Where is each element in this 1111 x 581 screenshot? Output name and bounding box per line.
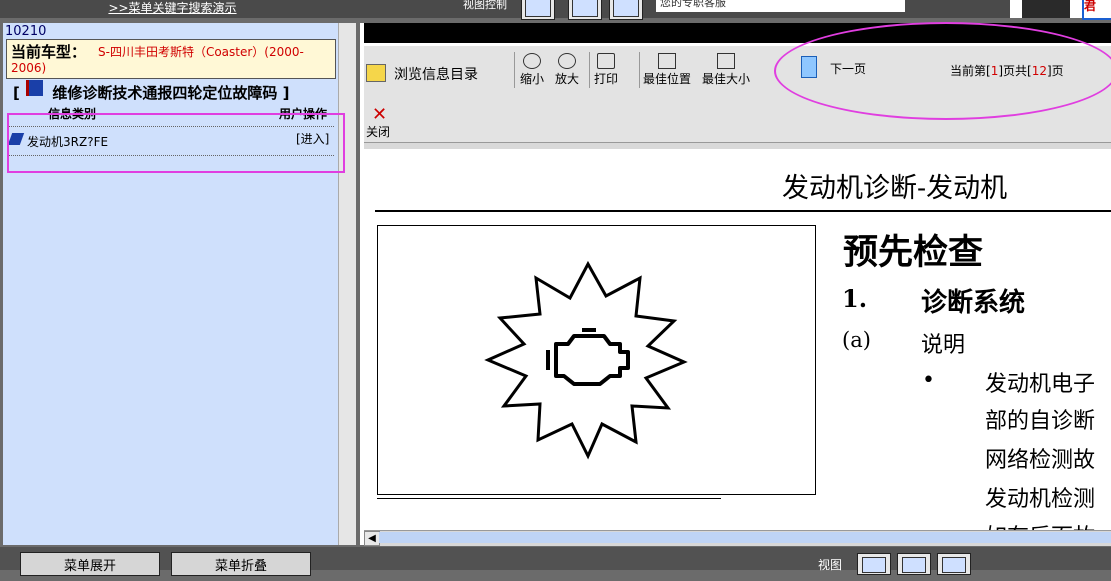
highlight-oval-annotation — [774, 22, 1111, 120]
best-size-button[interactable]: 最佳大小 — [702, 53, 750, 87]
engine-figure — [377, 225, 816, 495]
best-size-icon — [717, 53, 735, 69]
figure-rule — [377, 498, 721, 499]
separator — [514, 52, 515, 88]
subsection-text: 说明 — [921, 333, 966, 358]
zoom-out-icon — [523, 53, 541, 69]
highlight-annotation — [7, 113, 345, 173]
footer-view-right-button[interactable] — [937, 553, 971, 575]
zoom-in-icon — [558, 53, 576, 69]
best-position-icon — [658, 53, 676, 69]
heading-rule — [375, 210, 1111, 212]
model-label: 当前车型： — [11, 43, 87, 61]
document-heading: 发动机诊断-发动机 — [782, 173, 1008, 204]
best-position-button[interactable]: 最佳位置 — [643, 53, 691, 87]
print-button[interactable]: 打印 — [594, 53, 618, 87]
close-button[interactable]: 关闭 — [366, 123, 390, 140]
body-line: 部的自诊断 — [985, 409, 1096, 434]
doc-title-row: [ 维修诊断技术通报四轮定位故障码 ] — [13, 82, 289, 103]
section-title: 预先检查 — [843, 232, 984, 273]
model-value-cont: 2006) — [11, 61, 47, 75]
engine-warning-icon — [484, 260, 688, 460]
view-split-button[interactable] — [568, 0, 602, 20]
scroll-left-icon[interactable]: ◀ — [364, 531, 380, 546]
view-left-button[interactable] — [521, 0, 555, 20]
footer-view-split-button[interactable] — [897, 553, 931, 575]
view-control-label: 视图控制 — [463, 0, 507, 11]
scroll-thumb[interactable] — [379, 532, 1111, 543]
body-line: 网络检测故 — [985, 448, 1096, 473]
close-icon[interactable]: ✕ — [372, 104, 387, 125]
search-demo-link[interactable]: >>菜单关键字搜索演示 — [0, 0, 345, 18]
folder-icon[interactable] — [366, 64, 386, 82]
view-right-button[interactable] — [609, 0, 643, 20]
model-value: S-四川丰田考斯特（Coaster）(2000- — [98, 45, 304, 59]
record-code: 10210 — [5, 24, 47, 39]
left-scrollbar[interactable] — [338, 23, 356, 545]
doc-title: 维修诊断技术通报四轮定位故障码 — [52, 84, 278, 102]
section-number: 1. — [842, 284, 868, 313]
document-top-strip — [364, 143, 1111, 149]
doc-title-prefix: [ — [13, 84, 20, 102]
subsection-label: (a) — [842, 328, 871, 352]
separator — [639, 52, 640, 88]
bullet: • — [922, 368, 935, 393]
zoom-in-button[interactable]: 放大 — [555, 53, 579, 87]
separator — [589, 52, 590, 88]
logo-image — [1022, 0, 1070, 18]
browse-catalog-button[interactable]: 浏览信息目录 — [394, 64, 478, 84]
print-icon — [597, 53, 615, 69]
menu-collapse-button[interactable]: 菜单折叠 — [171, 552, 311, 576]
section-name: 诊断系统 — [921, 288, 1026, 318]
book-icon — [26, 80, 43, 96]
body-line: 发动机检测 — [985, 487, 1096, 512]
zoom-out-button[interactable]: 缩小 — [520, 53, 544, 87]
menu-expand-button[interactable]: 菜单展开 — [20, 552, 160, 576]
body-line: 如有后面故 — [985, 519, 1095, 530]
body-line: 发动机电子 — [985, 372, 1096, 397]
doc-title-suffix: ] — [282, 84, 290, 102]
logo-badge: 君 — [1082, 0, 1111, 20]
service-info: 您的专职客服 — [656, 0, 905, 12]
view-label: 视图 — [818, 558, 843, 572]
footer-view-left-button[interactable] — [857, 553, 891, 575]
